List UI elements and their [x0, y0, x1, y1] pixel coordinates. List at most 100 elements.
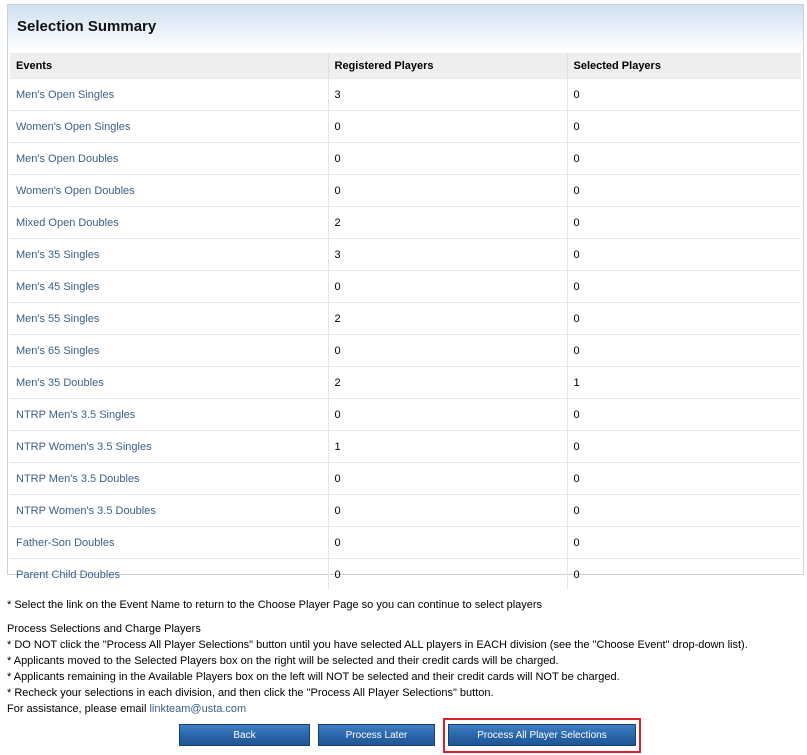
registered-players-cell: 2	[328, 206, 568, 239]
selected-players-cell: 0	[567, 174, 801, 207]
selected-players-cell: 0	[567, 238, 801, 271]
instruction-bullet: * Applicants moved to the Selected Playe…	[7, 655, 559, 667]
table-row: Men's 55 Singles 2 0	[10, 302, 801, 335]
event-cell: NTRP Women's 3.5 Singles	[10, 430, 329, 463]
selected-players-cell: 0	[567, 270, 801, 303]
column-header-events: Events	[10, 53, 329, 79]
event-link[interactable]: Men's 55 Singles	[16, 313, 99, 325]
table-row: Men's 35 Singles 3 0	[10, 238, 801, 271]
registered-players-cell: 0	[328, 558, 568, 590]
event-cell: Parent Child Doubles	[10, 558, 329, 590]
registered-players-cell: 0	[328, 142, 568, 175]
selected-players-cell: 0	[567, 78, 801, 111]
event-link[interactable]: Men's 35 Singles	[16, 249, 99, 261]
assistance-email-link[interactable]: linkteam@usta.com	[149, 703, 246, 715]
process-later-button[interactable]: Process Later	[318, 724, 435, 746]
table-row: Men's 65 Singles 0 0	[10, 334, 801, 367]
registered-players-cell: 0	[328, 334, 568, 367]
event-link[interactable]: Parent Child Doubles	[16, 569, 120, 581]
event-link[interactable]: NTRP Women's 3.5 Singles	[16, 441, 152, 453]
registered-players-cell: 3	[328, 78, 568, 111]
registered-players-cell: 0	[328, 174, 568, 207]
selected-players-cell: 0	[567, 430, 801, 463]
table-row: Women's Open Singles 0 0	[10, 110, 801, 143]
table-row: NTRP Men's 3.5 Singles 0 0	[10, 398, 801, 431]
process-heading: Process Selections and Charge Players	[7, 623, 201, 635]
selected-players-cell: 0	[567, 110, 801, 143]
select-link-note: * Select the link on the Event Name to r…	[7, 599, 543, 611]
event-cell: Men's Open Singles	[10, 78, 329, 111]
column-header-selected-players: Selected Players	[567, 53, 801, 79]
registered-players-cell: 0	[328, 526, 568, 559]
event-link[interactable]: Men's 65 Singles	[16, 345, 99, 357]
registered-players-cell: 1	[328, 430, 568, 463]
highlight-box	[443, 718, 641, 753]
event-link[interactable]: Men's 35 Doubles	[16, 377, 104, 389]
selection-summary-panel: Selection Summary Events Registered Play…	[7, 4, 804, 590]
selected-players-cell: 0	[567, 526, 801, 559]
table-row: Men's Open Doubles 0 0	[10, 142, 801, 175]
registered-players-cell: 0	[328, 398, 568, 431]
selected-players-cell: 0	[567, 398, 801, 431]
event-link[interactable]: Women's Open Doubles	[16, 185, 135, 197]
event-link[interactable]: NTRP Women's 3.5 Doubles	[16, 505, 156, 517]
selected-players-cell: 0	[567, 462, 801, 495]
event-link[interactable]: Father-Son Doubles	[16, 537, 114, 549]
selected-players-cell: 0	[567, 206, 801, 239]
registered-players-cell: 2	[328, 366, 568, 399]
instructions: * Select the link on the Event Name to r…	[7, 597, 802, 717]
event-link[interactable]: Men's 45 Singles	[16, 281, 99, 293]
selection-summary-table: Events Registered Players Selected Playe…	[10, 53, 801, 590]
selected-players-cell: 0	[567, 494, 801, 527]
selected-players-cell: 0	[567, 558, 801, 590]
selected-players-cell: 0	[567, 142, 801, 175]
table-row: Mixed Open Doubles 2 0	[10, 206, 801, 239]
event-cell: Men's 45 Singles	[10, 270, 329, 303]
table-row: Parent Child Doubles 0 0	[10, 558, 801, 590]
back-button[interactable]: Back	[179, 724, 310, 746]
registered-players-cell: 0	[328, 494, 568, 527]
event-cell: Men's Open Doubles	[10, 142, 329, 175]
panel-title: Selection Summary	[8, 5, 803, 50]
event-link[interactable]: Men's Open Singles	[16, 89, 114, 101]
registered-players-cell: 0	[328, 462, 568, 495]
event-cell: NTRP Women's 3.5 Doubles	[10, 494, 329, 527]
event-cell: Father-Son Doubles	[10, 526, 329, 559]
registered-players-cell: 0	[328, 270, 568, 303]
table-row: Men's 45 Singles 0 0	[10, 270, 801, 303]
event-cell: NTRP Men's 3.5 Doubles	[10, 462, 329, 495]
table-row: Men's Open Singles 3 0	[10, 78, 801, 111]
instruction-bullet: * Applicants remaining in the Available …	[7, 671, 620, 683]
event-link[interactable]: NTRP Men's 3.5 Singles	[16, 409, 135, 421]
event-cell: Women's Open Doubles	[10, 174, 329, 207]
table-row: NTRP Women's 3.5 Doubles 0 0	[10, 494, 801, 527]
event-cell: NTRP Men's 3.5 Singles	[10, 398, 329, 431]
event-cell: Men's 65 Singles	[10, 334, 329, 367]
table-header-row: Events Registered Players Selected Playe…	[10, 53, 801, 79]
table-row: NTRP Men's 3.5 Doubles 0 0	[10, 462, 801, 495]
selected-players-cell: 0	[567, 334, 801, 367]
event-link[interactable]: Mixed Open Doubles	[16, 217, 119, 229]
selected-players-cell: 1	[567, 366, 801, 399]
event-link[interactable]: Men's Open Doubles	[16, 153, 118, 165]
table-row: Women's Open Doubles 0 0	[10, 174, 801, 207]
table-row: NTRP Women's 3.5 Singles 1 0	[10, 430, 801, 463]
table-row: Men's 35 Doubles 2 1	[10, 366, 801, 399]
column-header-registered-players: Registered Players	[328, 53, 568, 79]
instruction-bullet: * Recheck your selections in each divisi…	[7, 687, 494, 699]
registered-players-cell: 2	[328, 302, 568, 335]
selected-players-cell: 0	[567, 302, 801, 335]
event-cell: Women's Open Singles	[10, 110, 329, 143]
event-link[interactable]: NTRP Men's 3.5 Doubles	[16, 473, 140, 485]
assistance-prefix: For assistance, please email	[7, 703, 150, 715]
instruction-bullet: * DO NOT click the "Process All Player S…	[7, 639, 748, 651]
event-cell: Men's 55 Singles	[10, 302, 329, 335]
event-cell: Men's 35 Doubles	[10, 366, 329, 399]
event-cell: Mixed Open Doubles	[10, 206, 329, 239]
registered-players-cell: 3	[328, 238, 568, 271]
event-link[interactable]: Women's Open Singles	[16, 121, 130, 133]
table-row: Father-Son Doubles 0 0	[10, 526, 801, 559]
registered-players-cell: 0	[328, 110, 568, 143]
assistance-line: For assistance, please email linkteam@us…	[7, 701, 802, 717]
event-cell: Men's 35 Singles	[10, 238, 329, 271]
